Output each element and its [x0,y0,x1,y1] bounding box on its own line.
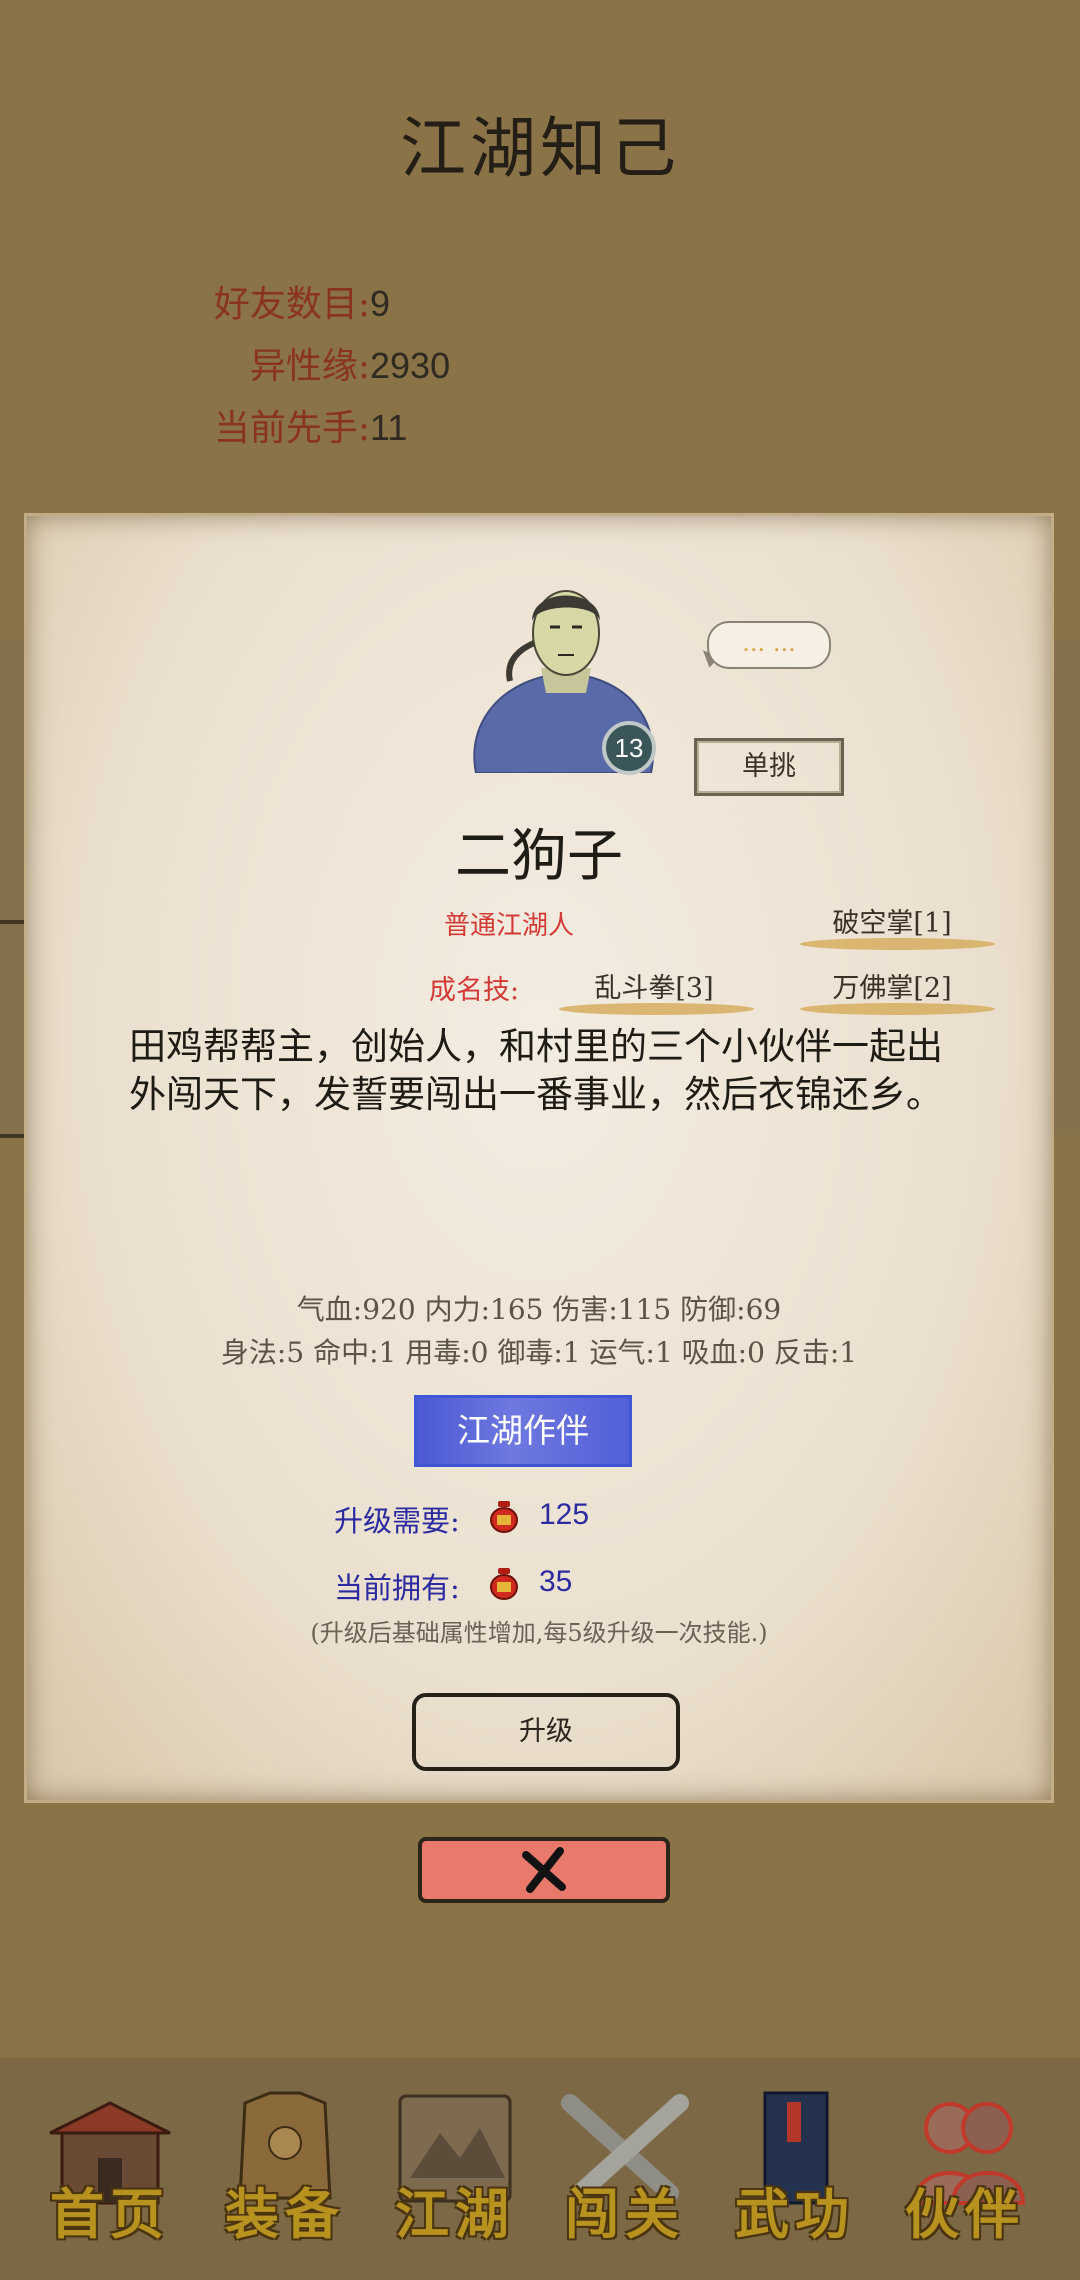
nav-item-partners[interactable]: 伙伴 [880,2058,1050,2280]
nav-item-challenge[interactable]: 闯关 [540,2058,710,2280]
friend-count-value: 9 [370,283,391,324]
nav-item-martial-arts[interactable]: 武功 [710,2058,880,2280]
signature-skill-label: 成名技: [429,975,520,1006]
upgrade-note: (升级后基础属性增加,每5级升级一次技能.) [310,1619,768,1647]
upgrade-button[interactable]: 升级 [412,1693,680,1771]
friend-count-label: 好友数目: [213,284,370,325]
initiative-row: 当前先手:11 [80,399,408,451]
character-rank: 普通江湖人 [444,911,575,941]
initiative-label: 当前先手: [213,408,370,449]
close-button[interactable] [418,1837,670,1903]
attributes-line-2: 身法:5 命中:1 用毒:0 御毒:1 运气:1 吸血:0 反击:1 [220,1336,858,1369]
nav-label-home: 首页 [50,2182,170,2246]
nav-label-jianghu: 江湖 [395,2182,515,2246]
current-have-label: 当前拥有: [334,1571,460,1605]
skill-item-3[interactable]: 万佛掌[2] [802,966,982,1005]
popularity-value: 2930 [370,345,451,386]
nav-item-home[interactable]: 首页 [25,2058,195,2280]
nav-label-challenge: 闯关 [565,2182,685,2246]
nav-item-jianghu[interactable]: 江湖 [370,2058,540,2280]
duel-button[interactable]: 单挑 [694,738,844,796]
initiative-value: 11 [370,407,408,448]
nav-label-partners: 伙伴 [905,2182,1025,2246]
upgrade-need-label: 升级需要: [334,1504,460,1538]
friend-count-row: 好友数目:9 [80,275,390,327]
nav-label-martial-arts: 武功 [735,2182,855,2246]
close-x-icon [522,1847,566,1893]
wine-jar-icon [490,1501,518,1533]
attributes-line-1: 气血:920 内力:165 伤害:115 防御:69 [296,1293,782,1326]
character-name: 二狗子 [455,824,623,889]
current-have-value: 35 [539,1565,573,1598]
level-badge: 13 [602,721,656,775]
nav-item-equipment[interactable]: 装备 [200,2058,370,2280]
nav-label-equipment: 装备 [225,2182,345,2246]
skill-item-2[interactable]: 乱斗拳[3] [564,966,744,1005]
companion-button[interactable]: 江湖作伴 [414,1395,632,1467]
popularity-row: 异性缘:2930 [80,337,450,389]
page-title: 江湖知己 [400,110,680,187]
skill-item-1[interactable]: 破空掌[1] [802,901,982,940]
wine-jar-icon [490,1568,518,1600]
bottom-nav: 首页 装备 江湖 闯关 武功 伙伴 [0,2058,1080,2280]
popularity-label: 异性缘: [249,346,370,387]
speech-bubble[interactable]: ... ... [707,621,831,669]
upgrade-need-value: 125 [539,1498,590,1531]
character-dialog: 13 ... ... 单挑 二狗子 普通江湖人 破空掌[1] 成名技: 乱斗拳[… [24,513,1054,1803]
character-description: 田鸡帮帮主，创始人，和村里的三个小伙伴一起出外闯天下，发誓要闯出一番事业，然后衣… [129,1025,943,1116]
